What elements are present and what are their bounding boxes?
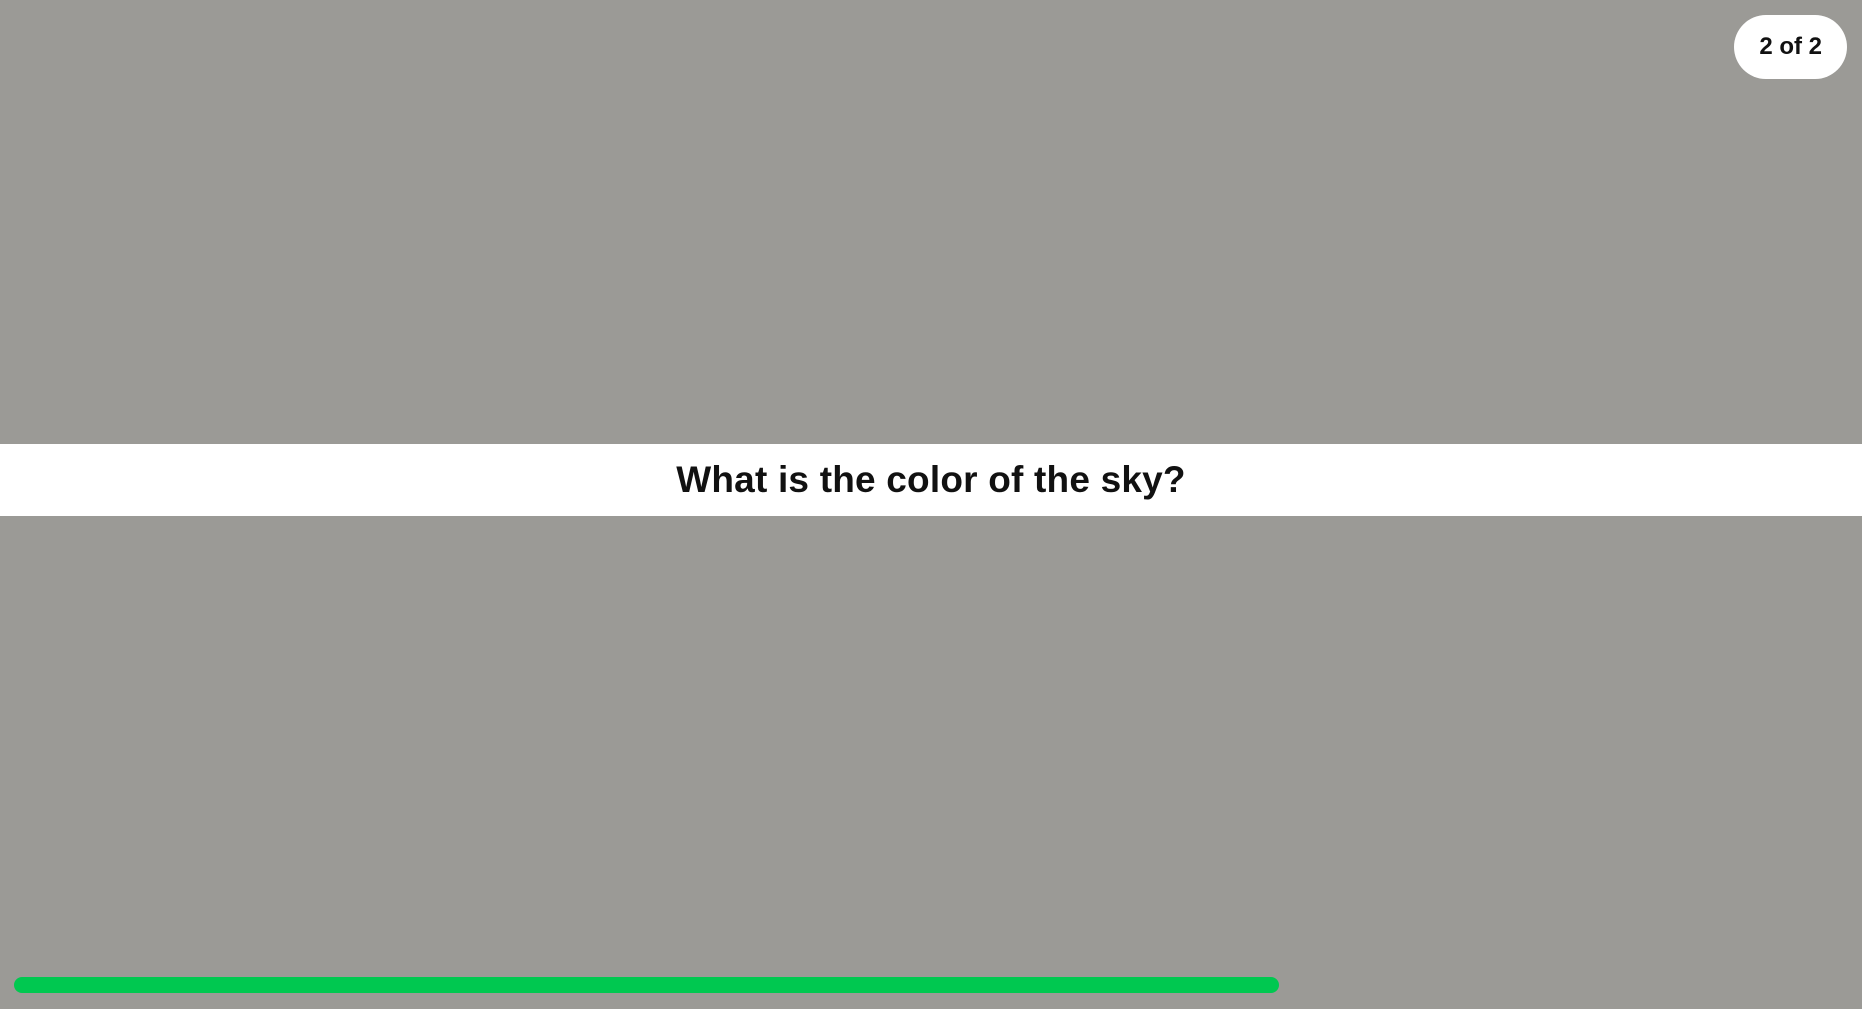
progress-bar	[14, 977, 1848, 993]
question-counter-badge: 2 of 2	[1734, 15, 1847, 79]
question-text: What is the color of the sky?	[676, 459, 1186, 500]
question-counter-label: 2 of 2	[1759, 33, 1822, 60]
progress-bar-fill	[14, 977, 1280, 993]
quiz-stage: 2 of 2 What is the color of the sky?	[0, 0, 1862, 1009]
question-banner: What is the color of the sky?	[0, 444, 1862, 516]
